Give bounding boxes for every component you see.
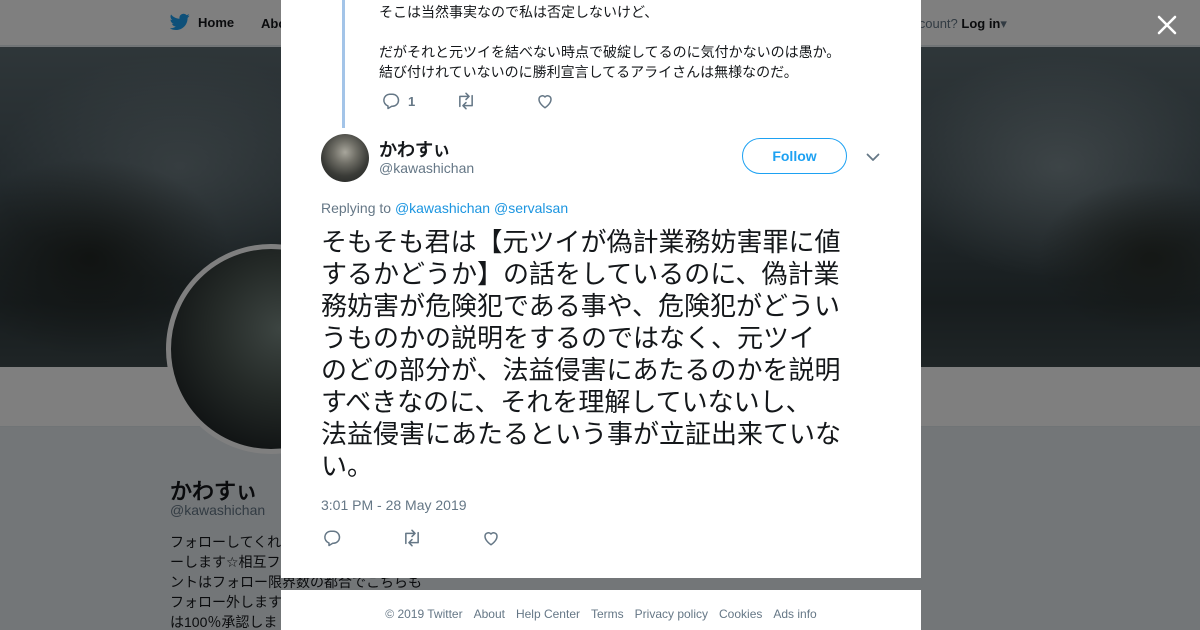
footer-links: © 2019 Twitter About Help Center Terms P… — [281, 607, 921, 621]
tweet-text-line: するかどうか】の話をしているのに、偽計業 — [321, 260, 840, 290]
author-name[interactable]: かわすぃ — [379, 136, 451, 162]
author-handle[interactable]: @kawashichan — [379, 160, 474, 176]
footer-copyright: © 2019 Twitter — [385, 607, 463, 621]
footer-link-privacy[interactable]: Privacy policy — [635, 607, 708, 621]
retweet-icon — [405, 529, 419, 547]
reply-target-link[interactable]: @kawashichan — [395, 200, 490, 216]
previous-tweet-line: だがそれと元ツイを結べない時点で破綻してるのに気付かないのは愚か。 — [379, 44, 841, 60]
reply-icon — [383, 93, 400, 110]
tweet-text-line: 法益侵害にあたるという事が立証出来ていな — [321, 420, 842, 450]
footer-link-terms[interactable]: Terms — [591, 607, 624, 621]
chevron-down-icon — [866, 153, 880, 161]
close-icon — [1157, 15, 1177, 35]
tweet-actions — [323, 529, 500, 547]
tweet-text-line: すべきなのに、それを理解していないし、 — [321, 388, 812, 418]
previous-tweet-line: そこは当然事実なので私は否定しないけど、 — [379, 4, 659, 20]
reply-button[interactable]: 1 — [382, 92, 415, 110]
tweet-text-line: のどの部分が、法益侵害にあたるのかを説明 — [321, 356, 841, 386]
replying-prefix: Replying to — [321, 200, 392, 216]
previous-tweet-actions: 1 — [382, 92, 554, 110]
replying-to: Replying to @kawashichan @servalsan — [321, 200, 568, 216]
reply-button[interactable] — [323, 529, 341, 547]
like-button[interactable] — [536, 92, 554, 110]
like-button[interactable] — [482, 529, 500, 547]
retweet-icon — [459, 92, 474, 110]
heart-icon — [538, 95, 552, 109]
tweet-modal: そこは当然事実なので私は否定しないけど、 だがそれと元ツイを結べない時点で破綻し… — [281, 0, 921, 578]
tweet-text-line: そもそも君は【元ツイが偽計業務妨害罪に値 — [321, 228, 841, 258]
tweet-text-line: 務妨害が危険犯である事や、危険犯がどうい — [321, 292, 840, 322]
tweet-timestamp[interactable]: 3:01 PM - 28 May 2019 — [321, 497, 467, 513]
tweet-text-line: うものかの説明をするのではなく、元ツイ — [321, 324, 816, 354]
footer: © 2019 Twitter About Help Center Terms P… — [281, 590, 921, 630]
footer-link-cookies[interactable]: Cookies — [719, 607, 762, 621]
tweet-menu-button[interactable] — [863, 148, 883, 166]
previous-tweet-line — [379, 22, 899, 42]
heart-icon — [484, 532, 498, 546]
footer-link-help-center[interactable]: Help Center — [516, 607, 580, 621]
close-button[interactable] — [1152, 10, 1182, 40]
tweet-text: そもそも君は【元ツイが偽計業務妨害罪に値 するかどうか】の話をしているのに、偽計… — [321, 227, 886, 483]
tweet-text-line: い。 — [321, 452, 374, 482]
follow-button[interactable]: Follow — [742, 138, 847, 174]
retweet-button[interactable] — [456, 92, 476, 110]
thread-connector — [342, 0, 345, 128]
author-avatar[interactable] — [321, 134, 369, 182]
reply-count: 1 — [408, 93, 416, 109]
previous-tweet-line: 結び付けれていないのに勝利宣言してるアライさんは無様なのだ。 — [379, 64, 798, 80]
previous-tweet-text: そこは当然事実なので私は否定しないけど、 だがそれと元ツイを結べない時点で破綻し… — [379, 2, 899, 82]
reply-icon — [324, 530, 341, 547]
reply-target-link[interactable]: @servalsan — [494, 200, 568, 216]
footer-link-about[interactable]: About — [474, 607, 505, 621]
retweet-button[interactable] — [402, 529, 422, 547]
footer-link-ads-info[interactable]: Ads info — [773, 607, 816, 621]
